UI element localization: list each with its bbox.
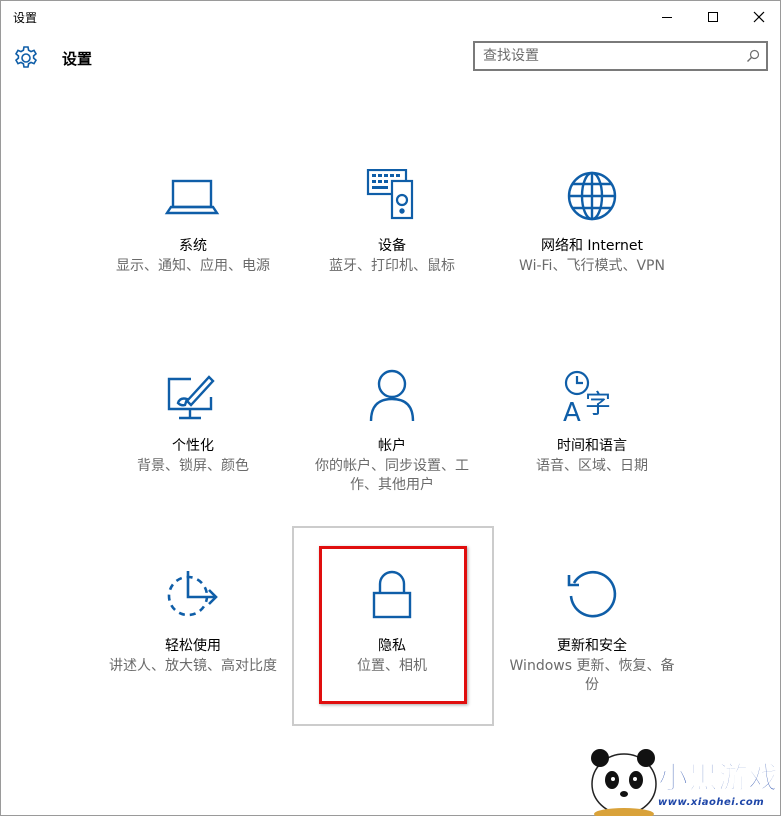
keyboard-speaker-icon [366,169,414,220]
tile-time-language[interactable]: A 字 时间和语言 语音、区域、日期 [492,369,692,569]
tile-description: Windows 更新、恢复、备份 [509,658,675,693]
tile-name: 系统 [179,238,207,254]
tile-description: Wi-Fi、飞行模式、VPN [519,258,665,274]
time-language-icon: A 字 [563,370,611,425]
watermark-url: www.xiaohei.com [658,797,765,808]
gear-icon [14,46,38,68]
svg-text:A: A [563,398,581,425]
tile-devices[interactable]: 设备 蓝牙、打印机、鼠标 [292,169,492,369]
search-box[interactable] [473,41,768,71]
tile-update-security[interactable]: 更新和安全 Windows 更新、恢复、备份 [492,569,692,769]
tile-description: 显示、通知、应用、电源 [116,258,270,274]
tile-name: 个性化 [172,438,214,454]
search-icon[interactable] [746,49,760,63]
minimize-icon [662,17,672,18]
tile-name: 网络和 Internet [540,238,644,254]
ease-of-access-icon [167,571,218,617]
refresh-icon [567,570,617,618]
tile-network[interactable]: 网络和 Internet Wi-Fi、飞行模式、VPN [492,169,692,369]
laptop-icon [164,179,220,215]
window-title: 设置 [13,11,38,25]
tile-description: 语音、区域、日期 [536,458,648,474]
tile-ease-of-access[interactable]: 轻松使用 讲述人、放大镜、高对比度 [93,569,293,769]
maximize-icon [708,12,718,22]
svg-text:字: 字 [585,390,611,420]
title-bar: 设置 [1,1,780,33]
tile-description: 你的帐户、同步设置、工作、其他用户 [315,458,469,493]
tile-name: 设备 [378,238,406,254]
tile-name: 更新和安全 [557,638,627,654]
search-input[interactable] [483,46,733,66]
close-icon [753,11,765,23]
tile-description: 背景、锁屏、颜色 [137,458,249,474]
settings-window: 设置 设置 查找设置 系统 显示、通知、应用、电源 设备 蓝牙、打印机、鼠标 网… [0,0,781,816]
svg-text:小黑游戏: 小黑游戏 [658,761,778,796]
tile-system[interactable]: 系统 显示、通知、应用、电源 [93,169,293,369]
tile-description: 讲述人、放大镜、高对比度 [109,658,277,674]
minimize-button[interactable] [644,1,690,33]
person-icon [369,369,415,422]
tile-name: 帐户 [378,438,406,454]
tile-personalization[interactable]: 个性化 背景、锁屏、颜色 [93,369,293,569]
close-button[interactable] [736,1,780,33]
tile-name: 轻松使用 [165,638,221,654]
maximize-button[interactable] [690,1,736,33]
page-title: 设置 [62,50,93,68]
globe-icon [567,171,617,221]
highlight-annotation [319,546,467,704]
tile-description: 蓝牙、打印机、鼠标 [329,258,455,274]
tile-accounts[interactable]: 帐户 你的帐户、同步设置、工作、其他用户 [292,369,492,569]
tile-name: 时间和语言 [557,438,627,454]
paint-monitor-icon [167,375,215,420]
